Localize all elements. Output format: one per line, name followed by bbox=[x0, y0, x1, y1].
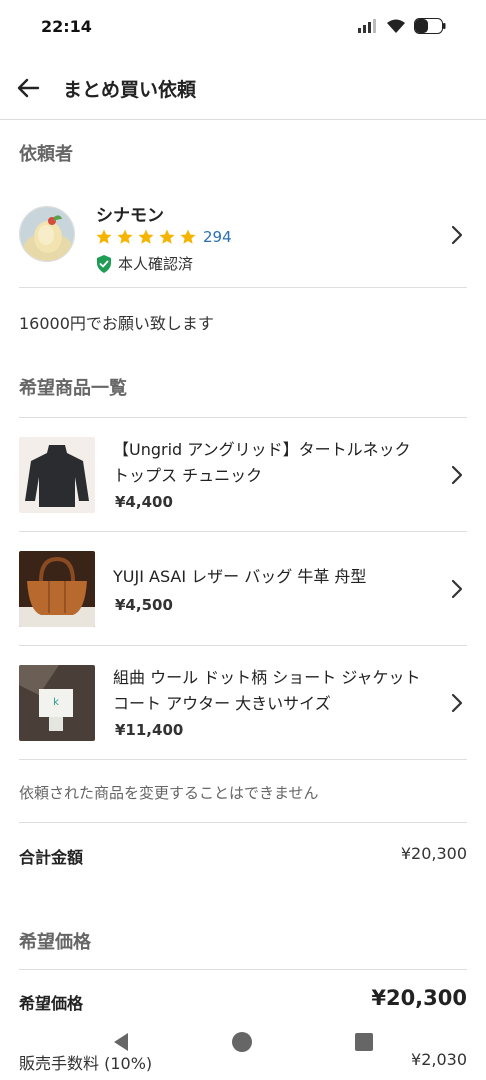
product-item[interactable]: 【Ungrid アングリッド】タートルネック トップス チュニック ¥4,400 bbox=[0, 418, 486, 532]
total-label: 合計金額 bbox=[19, 848, 84, 867]
product-title: 【Ungrid アングリッド】タートルネック トップス チュニック bbox=[113, 440, 411, 485]
chevron-right-icon[interactable] bbox=[450, 464, 464, 486]
wifi-icon bbox=[387, 19, 405, 33]
divider bbox=[19, 969, 467, 970]
status-bar: 22:14 bbox=[0, 0, 486, 55]
chevron-right-icon[interactable] bbox=[450, 578, 464, 600]
nav-recents-icon[interactable] bbox=[355, 1033, 373, 1051]
product-thumbnail bbox=[19, 551, 95, 627]
verified-label: 本人確認済 bbox=[118, 255, 194, 273]
status-time: 22:14 bbox=[41, 17, 92, 36]
app-bar: まとめ買い依頼 bbox=[0, 56, 486, 120]
star-icon bbox=[180, 229, 196, 244]
product-item[interactable]: YUJI ASAI レザー バッグ 牛革 舟型 ¥4,500 bbox=[0, 532, 486, 646]
star-icon bbox=[138, 229, 154, 244]
nav-back-icon[interactable] bbox=[112, 1032, 130, 1052]
desired-price-section-title: 希望価格 bbox=[19, 932, 91, 953]
status-icons bbox=[358, 18, 446, 34]
nav-home-icon[interactable] bbox=[232, 1032, 252, 1052]
product-price: ¥4,500 bbox=[115, 596, 173, 614]
product-price: ¥11,400 bbox=[115, 721, 184, 739]
products-section-title: 希望商品一覧 bbox=[19, 378, 127, 399]
avatar bbox=[19, 206, 75, 262]
total-value: ¥20,300 bbox=[400, 844, 467, 863]
verified-shield-icon bbox=[97, 254, 111, 273]
requester-card[interactable]: シナモン 294 本人確認済 bbox=[0, 180, 486, 286]
product-thumbnail: k bbox=[19, 665, 95, 741]
divider bbox=[19, 759, 467, 760]
requester-name: シナモン bbox=[96, 206, 164, 226]
product-title: 組曲 ウール ドット柄 ショート ジャケット コート アウター 大きいサイズ bbox=[113, 668, 421, 713]
desired-price-value: ¥20,300 bbox=[371, 986, 467, 1010]
divider bbox=[19, 287, 467, 288]
divider bbox=[19, 822, 467, 823]
product-thumbnail bbox=[19, 437, 95, 513]
product-item[interactable]: k 組曲 ウール ドット柄 ショート ジャケット コート アウター 大きいサイズ… bbox=[0, 646, 486, 760]
change-not-allowed-note: 依頼された商品を変更することはできません bbox=[19, 784, 319, 802]
star-icon bbox=[159, 229, 175, 244]
svg-text:k: k bbox=[53, 697, 59, 708]
back-arrow-icon[interactable] bbox=[14, 74, 42, 102]
verified-badge: 本人確認済 bbox=[96, 253, 193, 274]
requester-section-title: 依頼者 bbox=[19, 144, 73, 165]
star-icon bbox=[117, 229, 133, 244]
rating-stars: 294 bbox=[95, 228, 232, 246]
star-icon bbox=[96, 229, 112, 244]
chevron-right-icon[interactable] bbox=[450, 692, 464, 714]
desired-price-label: 希望価格 bbox=[19, 994, 84, 1013]
request-message: 16000円でお願い致します bbox=[19, 314, 214, 333]
chevron-right-icon[interactable] bbox=[450, 224, 464, 246]
system-nav-bar bbox=[0, 1020, 486, 1080]
rating-count: 294 bbox=[203, 228, 232, 246]
signal-icon bbox=[358, 19, 376, 33]
product-price: ¥4,400 bbox=[115, 493, 173, 511]
page-title: まとめ買い依頼 bbox=[63, 79, 197, 101]
product-title: YUJI ASAI レザー バッグ 牛革 舟型 bbox=[113, 567, 367, 586]
battery-icon bbox=[414, 18, 446, 34]
